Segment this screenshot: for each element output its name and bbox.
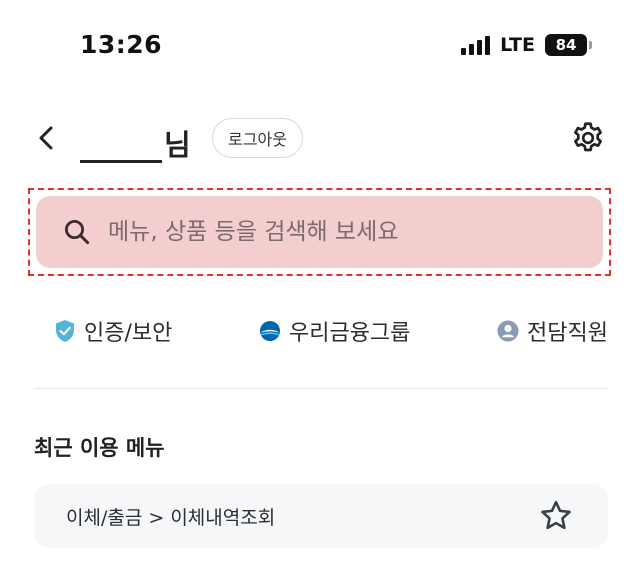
battery-level: 84 xyxy=(545,34,587,56)
user-name-suffix: 님 xyxy=(164,128,191,162)
search-highlight xyxy=(28,188,611,276)
network-type: LTE xyxy=(500,34,535,56)
quick-link-label: 우리금융그룹 xyxy=(288,321,411,346)
search-icon xyxy=(65,220,90,245)
back-arrow-icon[interactable] xyxy=(34,124,58,152)
user-name-placeholder xyxy=(80,126,162,163)
status-time: 13:26 xyxy=(80,30,163,59)
woori-logo-icon xyxy=(259,321,280,341)
quick-link-label: 인증/보안 xyxy=(84,321,173,346)
status-indicators: LTE 84 xyxy=(461,34,592,56)
person-icon xyxy=(497,320,519,342)
quick-link-label: 전담직원 xyxy=(527,321,608,346)
quick-links: 인증/보안 우리금융그룹 전담직원 xyxy=(34,306,608,356)
logout-button[interactable]: 로그아웃 xyxy=(212,118,303,158)
search-input[interactable] xyxy=(108,219,603,245)
quick-link-dedicated-staff[interactable]: 전담직원 xyxy=(497,315,608,347)
recent-menu-item[interactable]: 이체/출금 > 이체내역조회 xyxy=(34,484,608,548)
signal-strength-icon xyxy=(461,35,491,55)
quick-link-security[interactable]: 인증/보안 xyxy=(54,315,172,347)
shield-check-icon xyxy=(56,320,74,342)
star-outline-icon[interactable] xyxy=(538,498,574,534)
search-bar[interactable] xyxy=(36,196,603,268)
divider xyxy=(34,388,608,389)
section-title: 최근 이용 메뉴 xyxy=(34,436,165,460)
recent-menu-label: 이체/출금 > 이체내역조회 xyxy=(66,506,276,529)
battery-icon: 84 xyxy=(545,34,592,56)
quick-link-woori-group[interactable]: 우리금융그룹 xyxy=(259,315,410,347)
gear-icon[interactable] xyxy=(570,120,606,156)
header: 님 로그아웃 xyxy=(0,110,640,168)
status-bar: 13:26 LTE 84 xyxy=(0,0,640,96)
